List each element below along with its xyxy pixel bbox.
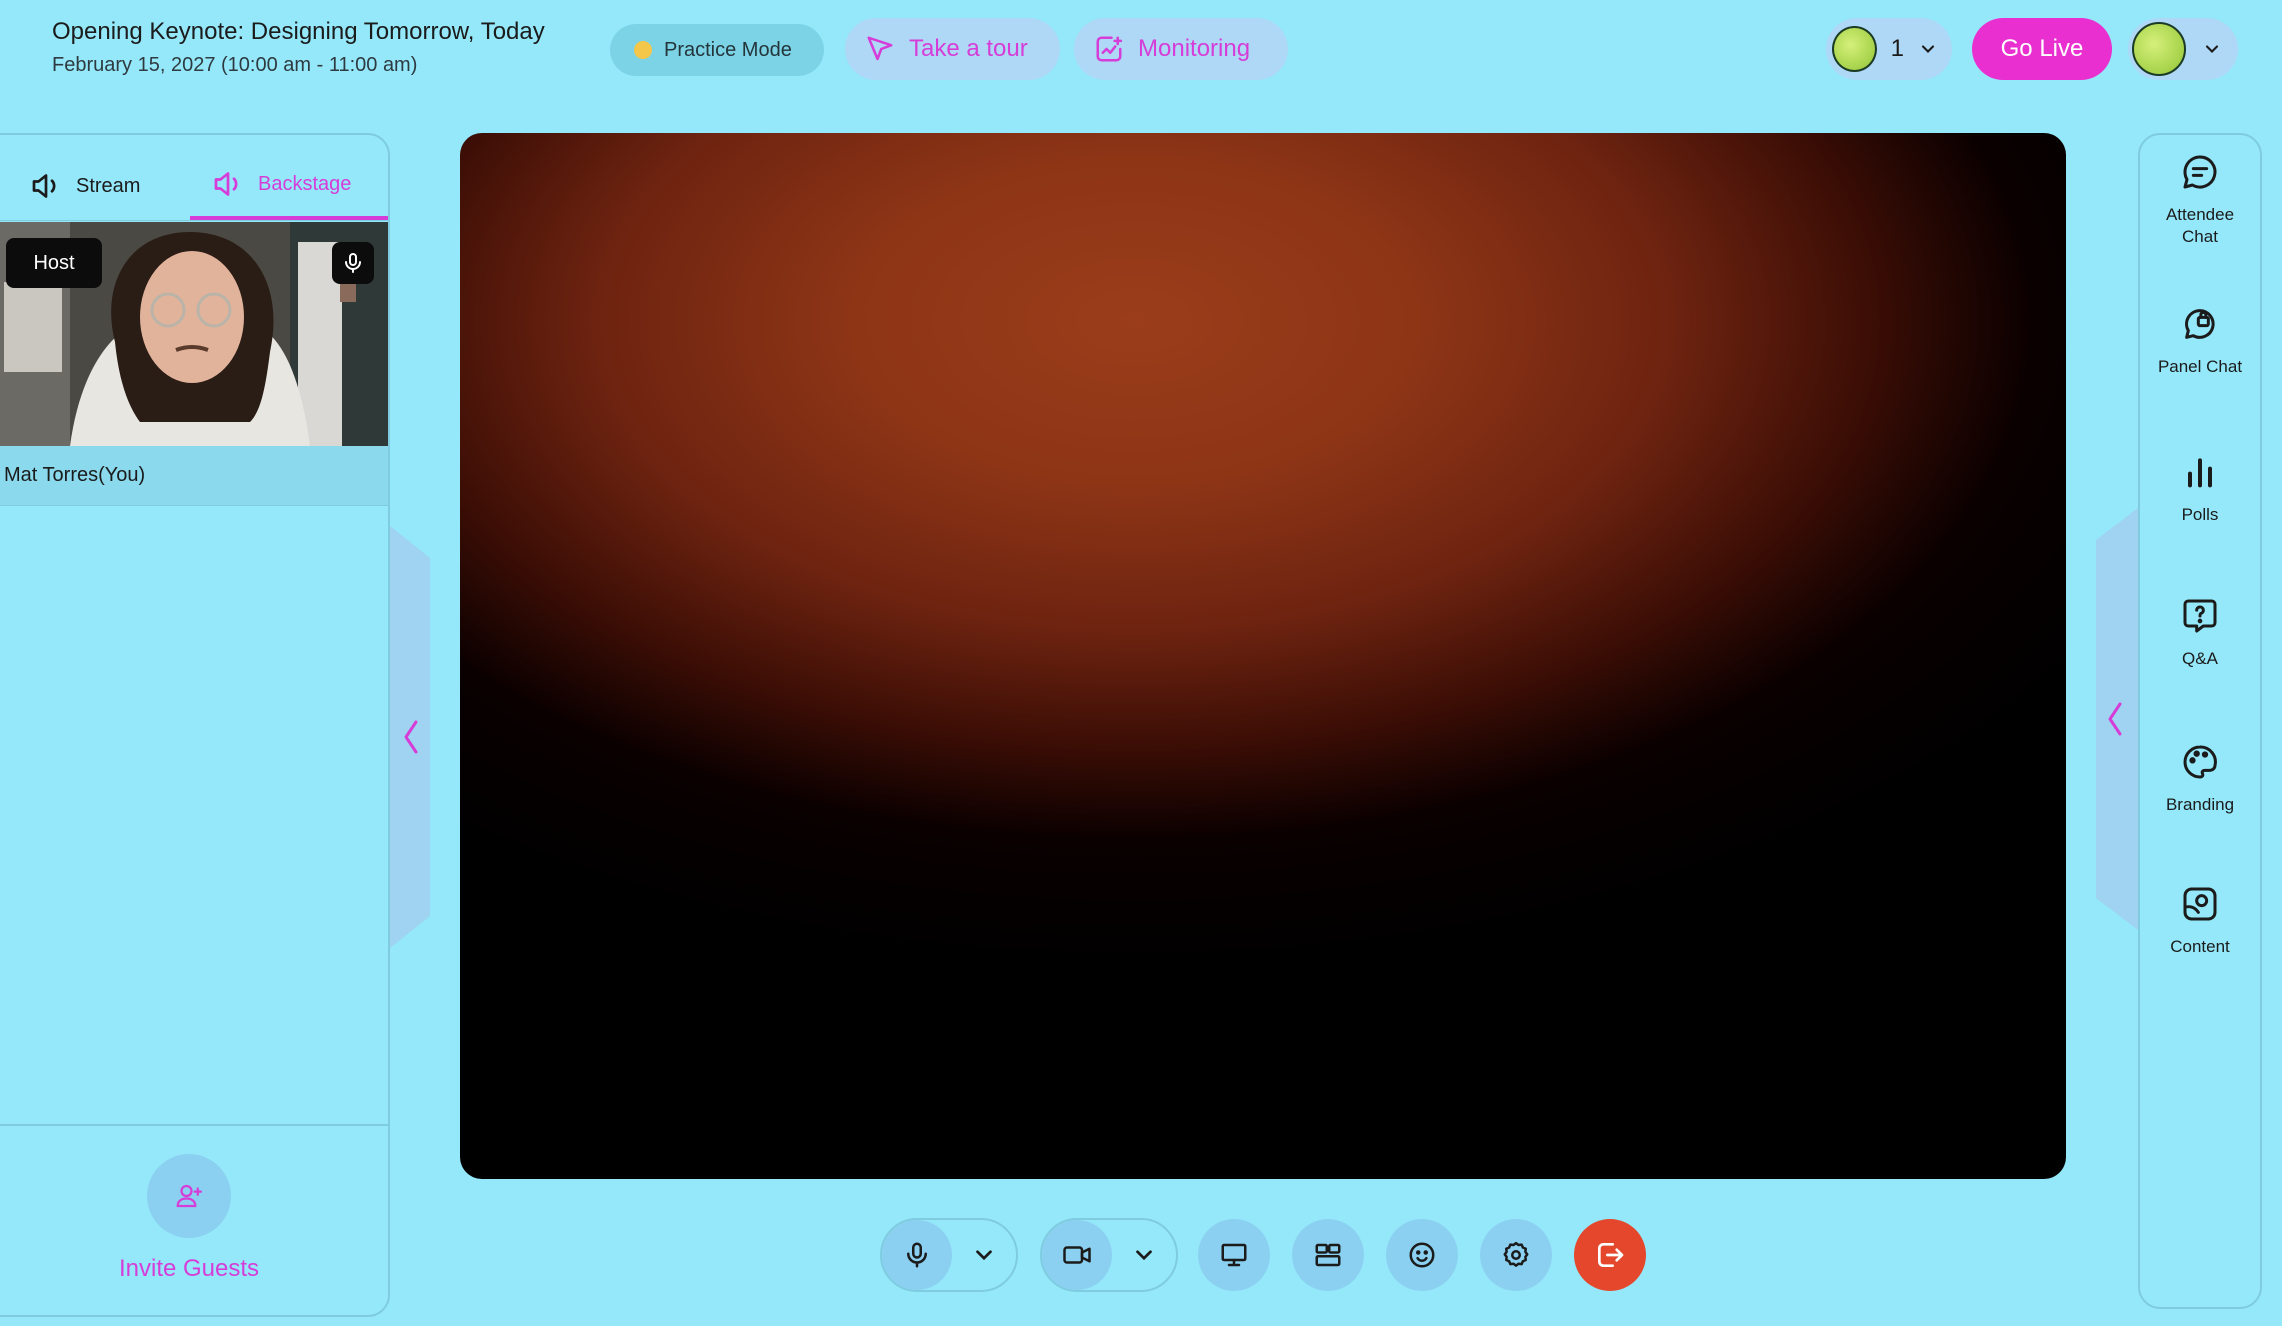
invite-guests-button[interactable] (147, 1154, 231, 1238)
chevron-down-icon (976, 1250, 992, 1261)
microphone-icon (345, 253, 361, 273)
sidebar-item-panel-chat[interactable]: Panel Chat (2138, 304, 2262, 378)
tab-backstage-label: Backstage (258, 172, 352, 195)
gear-icon (1503, 1241, 1529, 1267)
microphone-control (880, 1218, 1018, 1292)
leave-button[interactable] (1574, 1219, 1646, 1291)
camera-options-button[interactable] (1112, 1242, 1176, 1268)
participant-count: 1 (1890, 35, 1904, 62)
participant-name: Mat Torres(You) (0, 446, 388, 506)
chevron-down-icon (1136, 1250, 1152, 1261)
avatar (1832, 26, 1877, 72)
sidebar-item-content[interactable]: Content (2138, 884, 2262, 958)
bar-chart-icon (2188, 458, 2212, 488)
participants-dropdown[interactable]: 1 (1826, 18, 1952, 80)
sidebar-item-qa[interactable]: Q&A (2138, 596, 2262, 670)
event-date: February 15, 2027 (10:00 am - 11:00 am) (52, 54, 418, 76)
tab-stream[interactable]: Stream (28, 152, 140, 220)
status-dot-icon (634, 41, 652, 59)
sidebar-item-label: Q&A (2182, 649, 2218, 668)
take-tour-label: Take a tour (909, 35, 1028, 62)
event-title: Opening Keynote: Designing Tomorrow, Tod… (52, 18, 545, 45)
sidebar-item-label: Polls (2181, 505, 2219, 524)
microphone-icon (907, 1242, 927, 1268)
palette-icon (2183, 745, 2217, 779)
video-camera-icon (1063, 1246, 1091, 1264)
layout-button[interactable] (1292, 1219, 1364, 1291)
divider (0, 1124, 388, 1126)
speaker-icon (32, 174, 56, 198)
pointer-icon (867, 36, 893, 61)
microphone-button[interactable] (882, 1220, 952, 1290)
question-icon (2183, 599, 2217, 633)
take-tour-button[interactable]: Take a tour (845, 18, 1060, 80)
monitoring-button[interactable]: Monitoring (1074, 18, 1288, 80)
monitoring-label: Monitoring (1138, 35, 1251, 62)
share-screen-button[interactable] (1198, 1219, 1270, 1291)
chat-icon (2183, 155, 2217, 189)
collapse-left-panel-button[interactable] (390, 526, 430, 948)
content-icon (2183, 887, 2217, 921)
sidebar-item-branding[interactable]: Branding (2138, 742, 2262, 816)
tabs-divider (0, 220, 388, 221)
collapse-right-panel-button[interactable] (2096, 508, 2138, 930)
lock-chat-icon (2185, 309, 2215, 339)
layout-icon (1315, 1243, 1341, 1267)
participant-mic-button[interactable] (332, 242, 374, 284)
monitoring-icon (1096, 36, 1123, 62)
user-avatar (2132, 22, 2186, 76)
host-badge: Host (6, 238, 102, 288)
settings-button[interactable] (1480, 1219, 1552, 1291)
monitor-icon (1221, 1243, 1247, 1267)
chevron-down-icon (1921, 45, 1935, 53)
stage-preview (460, 133, 2066, 1179)
reactions-button[interactable] (1386, 1219, 1458, 1291)
sidebar-item-label: Panel Chat (2157, 357, 2243, 376)
sidebar-item-attendee-chat[interactable]: Attendee Chat (2138, 152, 2262, 248)
microphone-options-button[interactable] (952, 1242, 1016, 1268)
camera-control (1040, 1218, 1178, 1292)
sidebar-item-label: Content (2170, 937, 2230, 956)
sidebar-item-label: Chat (2182, 227, 2218, 246)
tab-backstage[interactable]: Backstage (190, 152, 388, 220)
go-live-button[interactable]: Go Live (1972, 18, 2112, 80)
practice-mode-label: Practice Mode (664, 38, 792, 61)
practice-mode-badge: Practice Mode (610, 24, 824, 76)
speaker-icon (214, 172, 238, 196)
user-menu[interactable] (2128, 18, 2238, 80)
sidebar-item-label: Attendee (2165, 205, 2235, 224)
exit-icon (1598, 1243, 1624, 1267)
tab-stream-label: Stream (76, 174, 141, 197)
chevron-down-icon (2205, 45, 2219, 53)
smiley-icon (1409, 1242, 1435, 1268)
sidebar-item-label: Branding (2165, 795, 2235, 814)
sidebar-item-polls[interactable]: Polls (2138, 452, 2262, 526)
invite-guests-label[interactable]: Invite Guests (0, 1255, 378, 1283)
add-user-icon (176, 1184, 202, 1208)
camera-button[interactable] (1042, 1220, 1112, 1290)
